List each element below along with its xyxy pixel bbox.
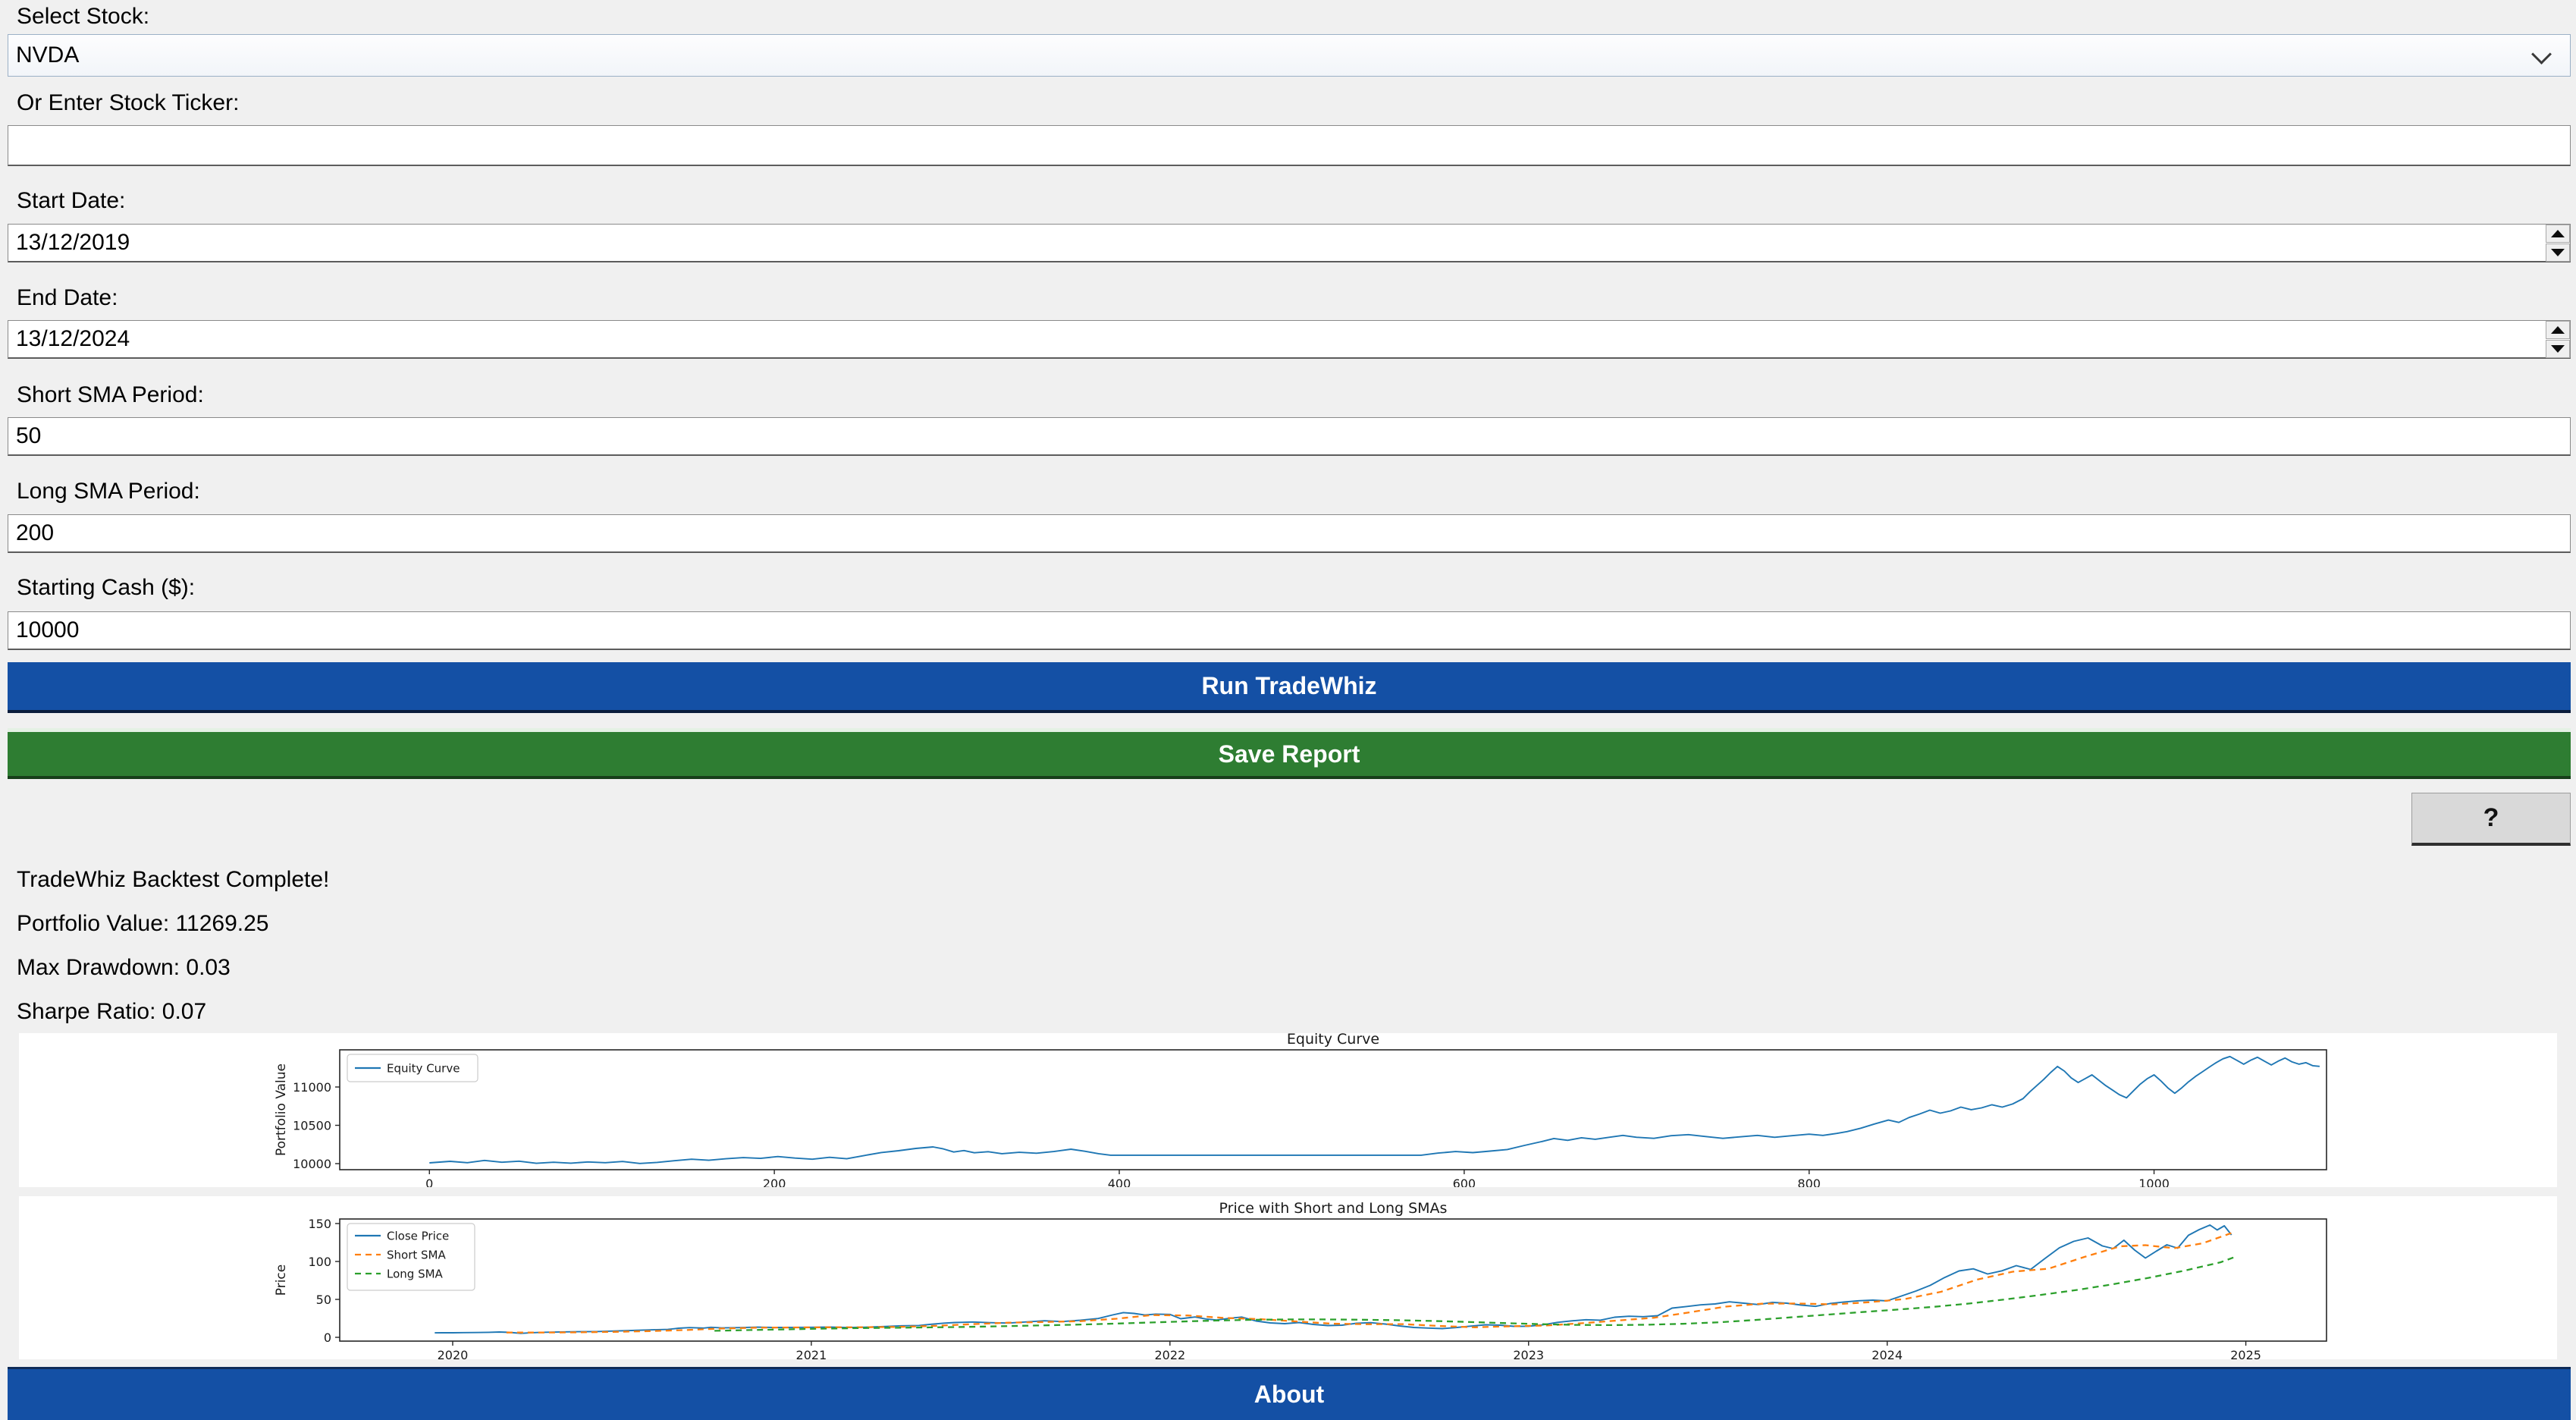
end-date-label: End Date: <box>17 283 118 313</box>
y-axis-label: Portfolio Value <box>274 1063 289 1156</box>
chart-title: Equity Curve <box>1287 1033 1379 1048</box>
select-stock-label: Select Stock: <box>17 2 149 32</box>
y-tick-label: 150 <box>308 1217 331 1231</box>
starting-cash-input[interactable] <box>8 611 2571 650</box>
equity-curve-chart: Equity Curve Portfolio Value 0 200 400 600 800… <box>19 1033 2557 1187</box>
ticker-label: Or Enter Stock Ticker: <box>17 88 239 118</box>
max-drawdown-text: Max Drawdown: 0.03 <box>17 953 231 983</box>
chart-title: Price with Short and Long SMAs <box>1219 1200 1448 1217</box>
run-tradewhiz-button[interactable]: Run TradeWhiz <box>8 662 2571 713</box>
ticker-input[interactable] <box>8 125 2571 166</box>
y-axis-label: Price <box>274 1264 289 1296</box>
starting-cash-label: Starting Cash ($): <box>17 573 195 603</box>
x-tick-label: 600 <box>1453 1177 1476 1187</box>
about-button[interactable]: About <box>8 1367 2571 1420</box>
stock-select-value: NVDA <box>16 42 79 68</box>
short-sma-input[interactable] <box>8 417 2571 456</box>
end-date-spin-down-button[interactable] <box>2546 340 2570 358</box>
long-sma-input[interactable] <box>8 514 2571 553</box>
help-button[interactable]: ? <box>2411 793 2571 846</box>
triangle-up-icon <box>2551 230 2565 237</box>
x-tick-label: 2023 <box>1513 1348 1544 1359</box>
start-date-input[interactable] <box>8 224 2571 262</box>
triangle-down-icon <box>2551 249 2565 256</box>
x-tick-label: 0 <box>425 1177 433 1187</box>
portfolio-value-text: Portfolio Value: 11269.25 <box>17 909 268 939</box>
chevron-down-icon <box>2531 44 2552 64</box>
end-date-spinbox[interactable] <box>8 320 2571 359</box>
stock-select[interactable]: NVDA <box>8 34 2571 77</box>
triangle-down-icon <box>2551 345 2565 353</box>
end-date-input[interactable] <box>8 320 2571 359</box>
start-date-spinbox[interactable] <box>8 224 2571 262</box>
x-tick-label: 2024 <box>1872 1348 1903 1359</box>
triangle-up-icon <box>2551 326 2565 334</box>
legend-label: Short SMA <box>387 1249 446 1262</box>
backtest-status-text: TradeWhiz Backtest Complete! <box>17 865 329 895</box>
save-report-button[interactable]: Save Report <box>8 728 2571 779</box>
chart-canvas: Equity Curve Portfolio Value 0 200 400 600 800… <box>19 1033 2557 1187</box>
y-tick-label: 0 <box>324 1330 331 1345</box>
chart-canvas: Price with Short and Long SMAs Price 2020 2… <box>19 1196 2557 1359</box>
x-tick-label: 400 <box>1108 1177 1131 1187</box>
y-tick-label: 11000 <box>293 1080 331 1095</box>
long-sma-label: Long SMA Period: <box>17 476 200 507</box>
short-sma-label: Short SMA Period: <box>17 380 204 410</box>
y-tick-label: 10500 <box>293 1119 331 1133</box>
legend-label: Close Price <box>387 1230 449 1243</box>
y-tick-label: 10000 <box>293 1157 331 1171</box>
legend-label: Equity Curve <box>387 1062 460 1076</box>
start-date-label: Start Date: <box>17 186 125 216</box>
x-tick-label: 800 <box>1797 1177 1821 1187</box>
y-tick-label: 50 <box>316 1293 331 1307</box>
y-tick-label: 100 <box>308 1255 331 1269</box>
x-tick-label: 2022 <box>1154 1348 1185 1359</box>
legend-label: Long SMA <box>387 1268 444 1281</box>
price-sma-chart: Price with Short and Long SMAs Price 2020 2… <box>19 1196 2557 1359</box>
x-tick-label: 2021 <box>796 1348 827 1359</box>
start-date-spin-up-button[interactable] <box>2546 225 2570 243</box>
tradewhiz-app: { "form": { "select_stock_label": "Selec… <box>0 0 2576 1420</box>
start-date-spin-down-button[interactable] <box>2546 243 2570 262</box>
x-tick-label: 200 <box>763 1177 786 1187</box>
x-tick-label: 2025 <box>2230 1348 2261 1359</box>
x-tick-label: 1000 <box>2138 1177 2170 1187</box>
x-tick-label: 2020 <box>438 1348 469 1359</box>
sharpe-ratio-text: Sharpe Ratio: 0.07 <box>17 997 206 1027</box>
end-date-spin-up-button[interactable] <box>2546 321 2570 339</box>
